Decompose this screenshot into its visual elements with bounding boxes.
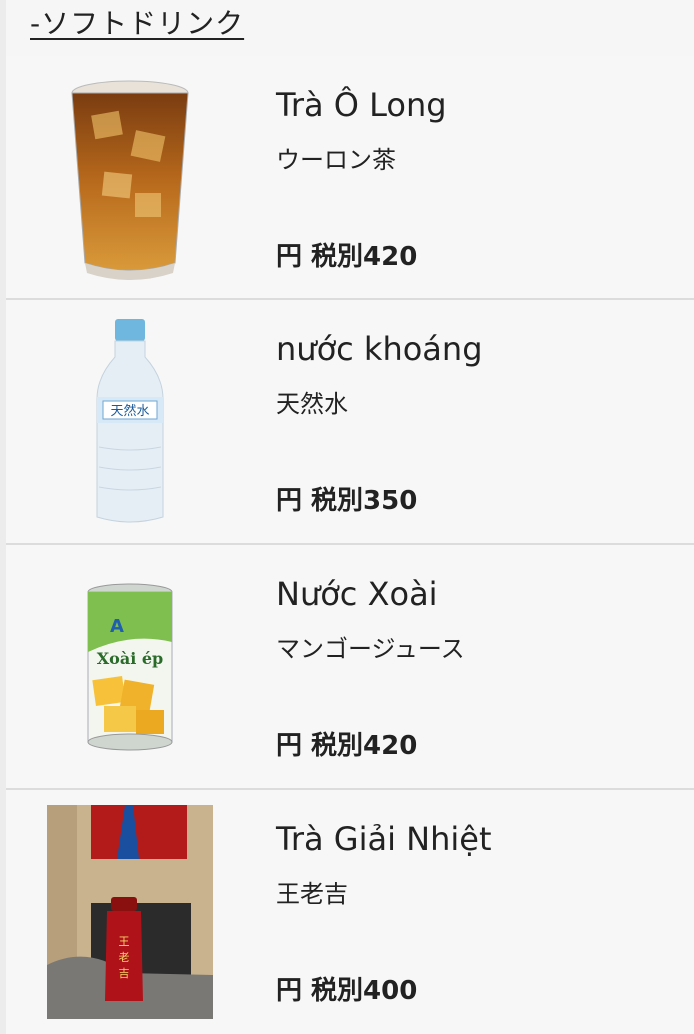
menu-sheet: -ソフトドリンク Trà Ô Long ウーロン茶 円 税別420 天然水 nư… [6, 0, 694, 1034]
item-name: nước khoáng [276, 330, 483, 368]
svg-text:A: A [110, 616, 124, 637]
item-jp-name: マンゴージュース [276, 635, 465, 663]
menu-item[interactable]: A Xoài ép Nước Xoài マンゴージュース 円 税別420 [6, 545, 694, 789]
mango-juice-can-icon: A Xoài ép [46, 545, 214, 789]
item-name: Nước Xoài [276, 575, 438, 613]
herbal-tea-bottle-photo: 王 老 吉 [46, 790, 214, 1034]
item-price: 円 税別420 [276, 731, 418, 761]
menu-item[interactable]: 王 老 吉 Trà Giải Nhiệt 王老吉 円 税別400 [6, 790, 694, 1034]
menu-item[interactable]: Trà Ô Long ウーロン茶 円 税別420 [6, 56, 694, 300]
item-price: 円 税別350 [276, 486, 418, 516]
menu-item[interactable]: 天然水 nước khoáng 天然水 円 税別350 [6, 300, 694, 544]
item-price: 円 税別400 [276, 976, 418, 1006]
item-price: 円 税別420 [276, 242, 418, 272]
svg-text:老: 老 [119, 951, 130, 964]
svg-text:Xoài ép: Xoài ép [97, 649, 163, 668]
water-bottle-icon: 天然水 [46, 300, 214, 544]
item-jp-name: 天然水 [276, 390, 348, 418]
svg-text:吉: 吉 [119, 967, 130, 980]
item-jp-name: ウーロン茶 [276, 146, 396, 174]
item-jp-name: 王老吉 [276, 880, 348, 908]
svg-text:王: 王 [119, 935, 130, 948]
svg-text:天然水: 天然水 [110, 403, 149, 419]
iced-tea-glass-icon [46, 56, 214, 300]
section-title: -ソフトドリンク [30, 7, 245, 40]
item-name: Trà Ô Long [276, 86, 447, 124]
item-name: Trà Giải Nhiệt [276, 820, 492, 858]
